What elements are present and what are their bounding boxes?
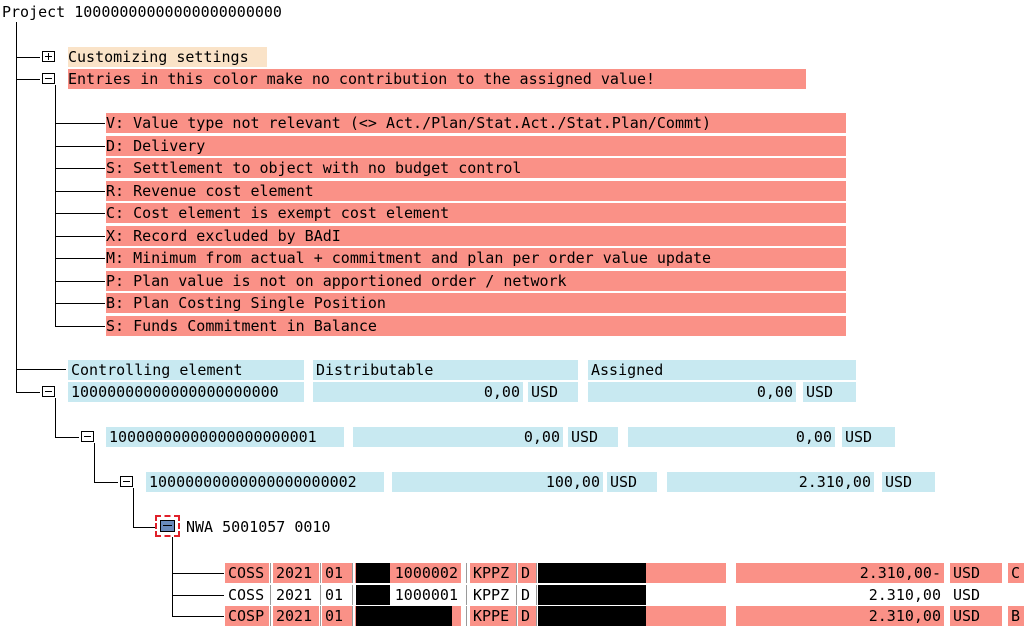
distributable-currency: USD xyxy=(528,382,578,402)
controlling-element-level-3[interactable]: 10000000000000000000002 xyxy=(146,472,384,492)
legend-branch xyxy=(55,85,56,327)
line-item-cost-element[interactable]: KPPE xyxy=(470,606,516,626)
line-item-table[interactable]: COSP xyxy=(225,606,269,626)
expand-node-icon[interactable] xyxy=(42,51,55,62)
line-item-code[interactable]: B xyxy=(1008,606,1024,626)
assigned-value: 0,00 xyxy=(588,382,796,402)
line-item-cost-element[interactable]: KPPZ xyxy=(470,585,516,605)
line-item-table[interactable]: COSS xyxy=(225,585,269,605)
distributable-currency: USD xyxy=(568,427,618,447)
tree-trunk xyxy=(16,22,17,392)
redaction-block xyxy=(356,606,452,626)
line-item-currency[interactable]: USD xyxy=(950,606,1002,626)
column-header-controlling-element[interactable]: Controlling element xyxy=(68,360,304,380)
line-item-period[interactable]: 01 xyxy=(322,563,352,583)
line-item-currency[interactable]: USD xyxy=(950,585,1002,605)
legend-item: B: Plan Costing Single Position xyxy=(106,293,846,313)
collapse-node-icon[interactable] xyxy=(42,386,55,397)
line-item-value[interactable]: 2.310,00- xyxy=(736,563,944,583)
legend-item: C: Cost element is exempt cost element xyxy=(106,203,846,223)
line-item-year[interactable]: 2021 xyxy=(273,585,319,605)
redaction-block xyxy=(538,606,646,626)
redaction-block xyxy=(356,585,390,605)
line-item-period[interactable]: 01 xyxy=(322,606,352,626)
line-item-code[interactable] xyxy=(1008,585,1024,605)
line-item-year[interactable]: 2021 xyxy=(273,563,319,583)
legend-item: V: Value type not relevant (<> Act./Plan… xyxy=(106,113,846,133)
distributable-currency: USD xyxy=(607,472,657,492)
legend-item: D: Delivery xyxy=(106,136,846,156)
distributable-value: 100,00 xyxy=(392,472,603,492)
controlling-element-level-2[interactable]: 10000000000000000000001 xyxy=(106,427,344,447)
legend-item: S: Settlement to object with no budget c… xyxy=(106,158,846,178)
network-activity-label[interactable]: NWA 5001057 0010 xyxy=(186,517,331,537)
assigned-value: 0,00 xyxy=(628,427,835,447)
legend-item: S: Funds Commitment in Balance xyxy=(106,316,846,336)
collapse-node-icon[interactable] xyxy=(120,476,133,487)
distributable-value: 0,00 xyxy=(353,427,563,447)
line-item-value[interactable]: 2.310,00 xyxy=(736,606,944,626)
redaction-block xyxy=(356,563,390,583)
legend-item: P: Plan value is not on apportioned orde… xyxy=(106,271,846,291)
line-item-code[interactable]: C xyxy=(1008,563,1024,583)
line-item-flag[interactable]: D xyxy=(518,585,536,605)
controlling-element-level-1[interactable]: 10000000000000000000000 xyxy=(68,382,304,402)
redaction-block xyxy=(538,563,646,583)
column-header-assigned[interactable]: Assigned xyxy=(588,360,856,380)
distributable-value: 0,00 xyxy=(313,382,523,402)
line-item-value[interactable]: 2.310,00 xyxy=(736,585,944,605)
legend-item: X: Record excluded by BAdI xyxy=(106,226,846,246)
selected-node-icon[interactable] xyxy=(155,515,180,537)
project-title: Project 10000000000000000000000 xyxy=(2,3,282,21)
column-header-distributable[interactable]: Distributable xyxy=(313,360,578,380)
line-item-cost-element[interactable]: KPPZ xyxy=(470,563,516,583)
line-item-table[interactable]: COSS xyxy=(225,563,269,583)
line-item-year[interactable]: 2021 xyxy=(273,606,319,626)
legend-item: M: Minimum from actual + commitment and … xyxy=(106,248,846,268)
redaction-block xyxy=(538,585,646,605)
line-item-period[interactable]: 01 xyxy=(322,585,352,605)
collapse-node-icon[interactable] xyxy=(81,431,94,442)
assigned-currency: USD xyxy=(882,472,935,492)
line-item-flag[interactable]: D xyxy=(518,606,536,626)
assigned-currency: USD xyxy=(842,427,895,447)
customizing-settings-node[interactable]: Customizing settings xyxy=(68,47,267,67)
legend-header: Entries in this color make no contributi… xyxy=(68,69,806,89)
legend-item: R: Revenue cost element xyxy=(106,181,846,201)
assigned-currency: USD xyxy=(803,382,856,402)
collapse-node-icon[interactable] xyxy=(42,73,55,84)
line-item-currency[interactable]: USD xyxy=(950,563,1002,583)
line-item-flag[interactable]: D xyxy=(518,563,536,583)
assigned-value: 2.310,00 xyxy=(667,472,874,492)
